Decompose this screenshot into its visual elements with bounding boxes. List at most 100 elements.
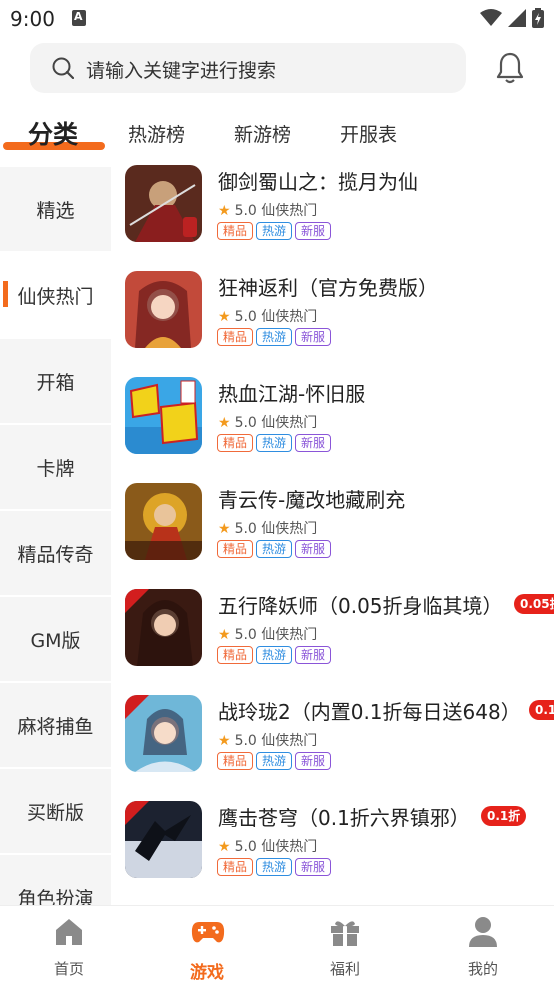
discount-badge: 0.05折 [514, 594, 554, 614]
tag-new-server: 新服 [295, 752, 332, 770]
sidebar-item-legend[interactable]: 精品传奇 [0, 511, 111, 595]
nav-profile[interactable]: 我的 [414, 906, 552, 987]
nav-games[interactable]: 游戏 [138, 906, 276, 987]
game-tags: 精品 热游 新服 [217, 540, 332, 558]
battery-icon [532, 8, 544, 28]
search-row: 请输入关键字进行搜索 [0, 40, 554, 96]
sidebar-item-gm[interactable]: GM版 [0, 597, 111, 681]
game-icon [125, 589, 202, 666]
home-icon [56, 919, 82, 945]
game-category: 仙侠热门 [261, 733, 318, 749]
game-meta: ★ 5.0 仙侠热门 [218, 518, 317, 538]
game-list-item[interactable]: 青云传-魔改地藏刷充 ★ 5.0 仙侠热门 精品 热游 新服 [111, 483, 554, 584]
gamepad-icon [191, 922, 225, 943]
game-title: 鹰击苍穹（0.1折六界镇邪） [218, 806, 470, 830]
game-list-item[interactable]: 热血江湖-怀旧服 ★ 5.0 仙侠热门 精品 热游 新服 [111, 377, 554, 478]
discount-badge: 0.1折 [481, 806, 527, 826]
game-meta: ★ 5.0 仙侠热门 [218, 412, 317, 432]
tag-hot: 热游 [256, 540, 293, 558]
game-rating: 5.0 [234, 521, 257, 537]
sidebar-item-cards[interactable]: 卡牌 [0, 425, 111, 509]
game-category: 仙侠热门 [261, 415, 318, 431]
signal-icon [508, 9, 526, 27]
game-title: 五行降妖师（0.05折身临其境） [218, 594, 503, 618]
star-icon: ★ [218, 627, 231, 643]
sidebar-item-unbox[interactable]: 开箱 [0, 339, 111, 423]
nav-label: 首页 [53, 960, 84, 978]
game-tags: 精品 热游 新服 [217, 752, 332, 770]
nav-label: 我的 [467, 960, 498, 978]
game-icon [125, 271, 202, 348]
nav-label: 福利 [329, 960, 360, 978]
tab-hot-games[interactable]: 热游榜 [128, 120, 185, 147]
sidebar-item-featured[interactable]: 精选 [0, 167, 111, 251]
game-rating: 5.0 [234, 839, 257, 855]
sidebar-item-xianxia[interactable]: 仙侠热门 [0, 253, 111, 337]
star-icon: ★ [218, 839, 231, 855]
sidebar-item-mahjong[interactable]: 麻将捕鱼 [0, 683, 111, 767]
status-icons [480, 8, 544, 28]
game-list-item[interactable]: 战玲珑2（内置0.1折每日送648） ★ 5.0 仙侠热门 精品 热游 新服 0.… [111, 695, 554, 796]
game-title: 青云传-魔改地藏刷充 [218, 488, 406, 512]
game-icon [125, 801, 202, 878]
game-meta: ★ 5.0 仙侠热门 [218, 200, 317, 220]
star-icon: ★ [218, 309, 231, 325]
game-icon [125, 695, 202, 772]
tag-new-server: 新服 [295, 858, 332, 876]
notification-icon [72, 10, 86, 26]
game-category: 仙侠热门 [261, 309, 318, 325]
game-meta: ★ 5.0 仙侠热门 [218, 306, 317, 326]
tag-hot: 热游 [256, 434, 293, 452]
game-tags: 精品 热游 新服 [217, 222, 332, 240]
category-tabs: 分类 热游榜 新游榜 开服表 [0, 110, 554, 160]
game-title: 战玲珑2（内置0.1折每日送648） [218, 700, 521, 724]
nav-home[interactable]: 首页 [0, 906, 138, 987]
game-category: 仙侠热门 [261, 839, 318, 855]
game-title: 御剑蜀山之：揽月为仙 [218, 170, 418, 194]
bottom-nav: 首页 游戏 福利 我的 [0, 905, 554, 986]
game-rating: 5.0 [234, 309, 257, 325]
tab-new-games[interactable]: 新游榜 [234, 120, 291, 147]
tag-new-server: 新服 [295, 540, 332, 558]
sidebar-item-label: 仙侠热门 [17, 285, 94, 308]
game-meta: ★ 5.0 仙侠热门 [218, 836, 317, 856]
nav-label: 游戏 [190, 963, 224, 983]
star-icon: ★ [218, 733, 231, 749]
star-icon: ★ [218, 415, 231, 431]
game-list-item[interactable]: 狂神返利（官方免费版） ★ 5.0 仙侠热门 精品 热游 新服 [111, 271, 554, 372]
bell-icon[interactable] [496, 52, 524, 84]
star-icon: ★ [218, 203, 231, 219]
game-rating: 5.0 [234, 203, 257, 219]
tag-new-server: 新服 [295, 328, 332, 346]
tag-new-server: 新服 [295, 646, 332, 664]
tag-featured: 精品 [217, 646, 254, 664]
game-list-item[interactable]: 五行降妖师（0.05折身临其境） ★ 5.0 仙侠热门 精品 热游 新服 0.05… [111, 589, 554, 690]
sidebar-item-buyout[interactable]: 买断版 [0, 769, 111, 853]
game-tags: 精品 热游 新服 [217, 858, 332, 876]
discount-badge: 0.1折 [529, 700, 554, 720]
game-icon [125, 165, 202, 242]
game-category: 仙侠热门 [261, 627, 318, 643]
search-placeholder: 请输入关键字进行搜索 [86, 60, 277, 82]
gift-icon [331, 921, 359, 946]
nav-welfare[interactable]: 福利 [276, 906, 414, 987]
user-icon [469, 917, 497, 947]
game-meta: ★ 5.0 仙侠热门 [218, 730, 317, 750]
tag-featured: 精品 [217, 858, 254, 876]
tag-featured: 精品 [217, 222, 254, 240]
tab-category[interactable]: 分类 [28, 115, 78, 151]
search-icon [52, 57, 74, 79]
tag-new-server: 新服 [295, 222, 332, 240]
game-list-item[interactable]: 鹰击苍穹（0.1折六界镇邪） ★ 5.0 仙侠热门 精品 热游 新服 0.1折 [111, 801, 554, 902]
tag-hot: 热游 [256, 752, 293, 770]
tag-featured: 精品 [217, 540, 254, 558]
game-list-item[interactable]: 御剑蜀山之：揽月为仙 ★ 5.0 仙侠热门 精品 热游 新服 [111, 165, 554, 266]
tab-server-schedule[interactable]: 开服表 [340, 120, 397, 147]
tag-featured: 精品 [217, 434, 254, 452]
tag-featured: 精品 [217, 752, 254, 770]
sidebar-item-rpg[interactable]: 角色扮演 [0, 855, 111, 905]
game-rating: 5.0 [234, 627, 257, 643]
game-tags: 精品 热游 新服 [217, 646, 332, 664]
game-rating: 5.0 [234, 733, 257, 749]
search-input[interactable]: 请输入关键字进行搜索 [30, 43, 466, 93]
